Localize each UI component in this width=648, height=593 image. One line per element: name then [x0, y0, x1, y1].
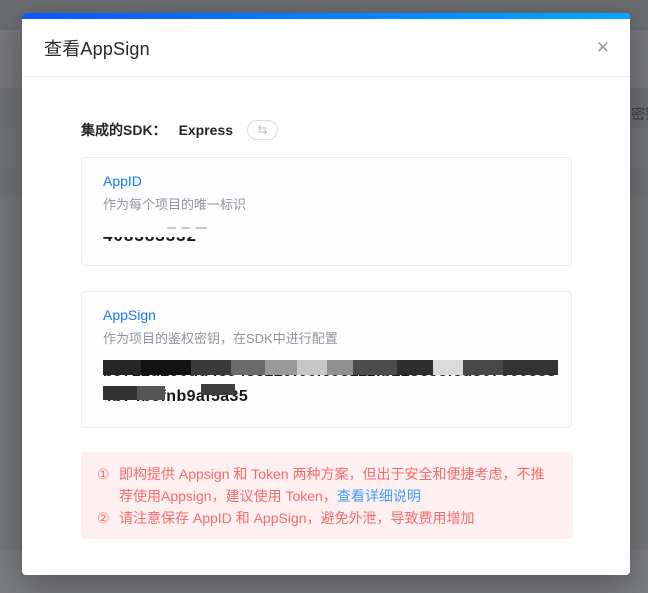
redaction-block — [503, 360, 558, 375]
redaction-block — [141, 360, 191, 375]
redaction-block — [463, 360, 503, 375]
close-icon: ✕ — [596, 37, 610, 56]
appid-card: AppID 作为每个项目的唯一标识 408383332 — [81, 157, 572, 266]
notice-text: 请注意保存 AppID 和 AppSign，避免外泄，导致费用增加 — [119, 507, 557, 529]
notice-item: ② 请注意保存 AppID 和 AppSign，避免外泄，导致费用增加 — [97, 507, 557, 529]
close-button[interactable]: ✕ — [596, 38, 610, 55]
notice-text: 即构提供 Appsign 和 Token 两种方案，但出于安全和便捷考虑，不推荐… — [119, 463, 557, 507]
redaction-blocks — [103, 360, 558, 375]
redaction-mark — [167, 227, 176, 229]
redaction-mark — [181, 227, 190, 229]
redaction-block — [265, 360, 297, 375]
security-notice: ① 即构提供 Appsign 和 Token 两种方案，但出于安全和便捷考虑，不… — [81, 452, 573, 539]
redaction-block — [103, 360, 141, 375]
redaction-block — [201, 384, 235, 395]
appid-value: 408383332 — [103, 225, 303, 247]
redaction-block — [327, 360, 353, 375]
appsign-card-description: 作为项目的鉴权密钥，在SDK中进行配置 — [103, 328, 550, 347]
redaction-block — [397, 360, 433, 375]
dialog-title: 查看AppSign — [44, 35, 150, 61]
notice-marker: ① — [97, 463, 119, 507]
redaction-block — [103, 386, 137, 400]
dialog-body: 集成的SDK： Express ⇆ AppID 作为每个项目的唯一标识 4083… — [22, 77, 630, 539]
appsign-card: AppSign 作为项目的鉴权密钥，在SDK中进行配置 b9712d290dd4… — [81, 291, 572, 428]
notice-marker: ② — [97, 507, 119, 529]
redaction-block — [137, 386, 165, 400]
sdk-row: 集成的SDK： Express ⇆ — [81, 120, 572, 140]
switch-sdk-button[interactable]: ⇆ — [247, 120, 278, 140]
swap-icon: ⇆ — [258, 124, 268, 136]
sdk-value: Express — [179, 122, 233, 138]
appid-card-description: 作为每个项目的唯一标识 — [103, 194, 550, 213]
appsign-value-line1: b9712d290dd48948e229f00lc93111fb223c8cf5… — [103, 359, 575, 384]
redaction-block — [191, 360, 231, 375]
redaction-block — [231, 360, 265, 375]
view-appsign-dialog: 查看AppSign ✕ 集成的SDK： Express ⇆ AppID 作为每个… — [22, 13, 630, 575]
background-partial-text: 密钥 — [631, 104, 648, 124]
appid-card-title: AppID — [103, 173, 550, 189]
notice-item: ① 即构提供 Appsign 和 Token 两种方案，但出于安全和便捷考虑，不… — [97, 463, 557, 507]
screen: 密钥 查看AppSign ✕ 集成的SDK： Express ⇆ AppID 作… — [0, 0, 648, 593]
redaction-block — [433, 360, 463, 375]
redaction-mark — [195, 227, 207, 229]
appsign-value-line2: 4b74b5fnb9af5a35 — [103, 384, 575, 409]
redaction-block — [297, 360, 327, 375]
redaction-block — [353, 360, 397, 375]
dialog-header: 查看AppSign ✕ — [22, 19, 630, 76]
appsign-card-title: AppSign — [103, 307, 550, 323]
view-details-link[interactable]: 查看详细说明 — [337, 488, 421, 504]
sdk-label: 集成的SDK： — [81, 120, 167, 140]
redaction-overlay — [101, 225, 223, 237]
